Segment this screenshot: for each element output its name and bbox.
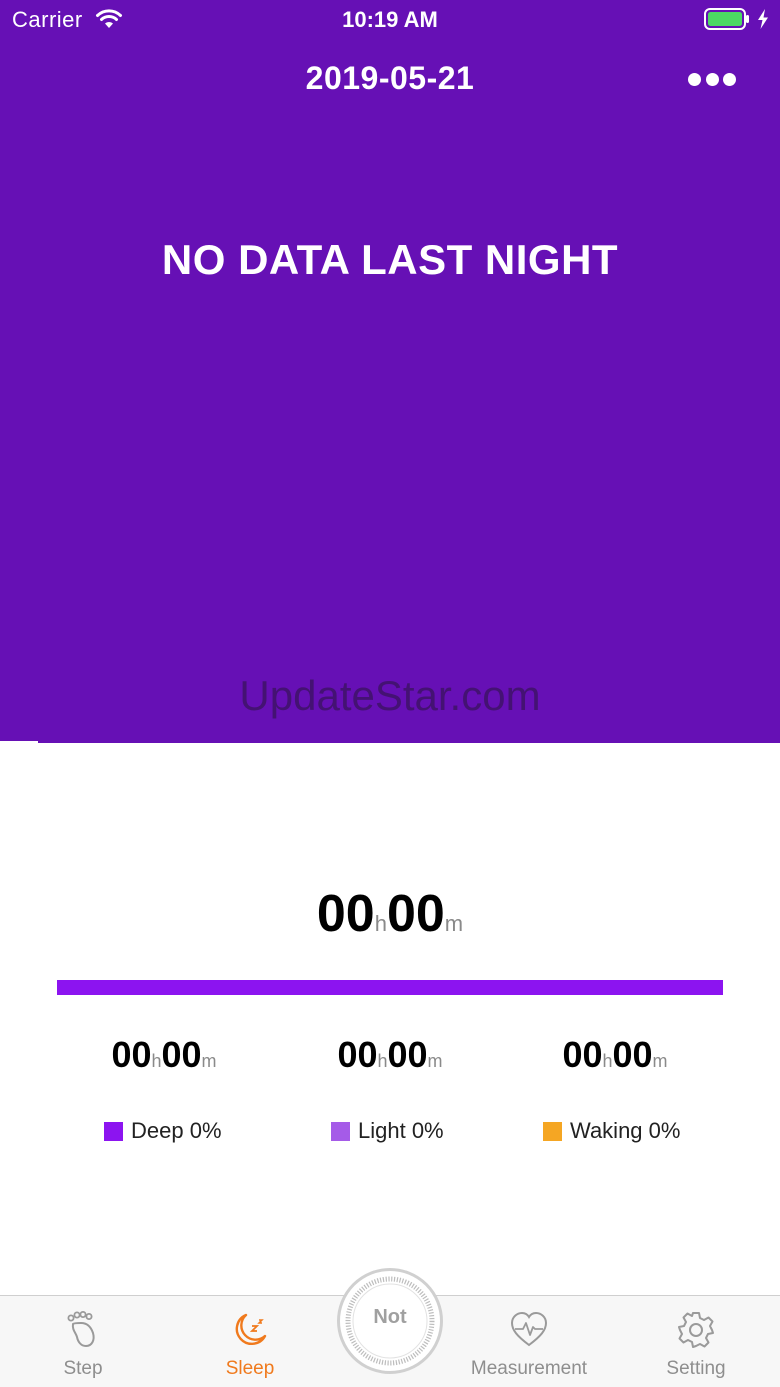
legend-deep: Deep 0% [104,1118,222,1144]
more-button[interactable] [684,62,740,96]
total-minutes: 00 [386,885,445,943]
light-minutes: 00 [387,1034,428,1075]
heart-rate-icon [510,1311,548,1347]
legend-waking-label: Waking 0% [570,1118,681,1143]
tab-sleep-label: Sleep [225,1358,275,1379]
footprint-icon [67,1311,95,1348]
more-icon [705,72,719,86]
sleep-distribution-bar [57,980,723,995]
dial-label: Not [373,1305,407,1328]
legend-deep-label: Deep 0% [131,1118,222,1143]
no-data-message: NO DATA LAST NIGHT [161,236,619,283]
tab-measurement[interactable]: Measurement [459,1296,599,1387]
status-time: 10:19 AM [342,7,438,32]
minutes-unit: m [201,1051,217,1071]
more-icon [688,72,701,86]
tab-sleep[interactable]: Sleep [200,1296,300,1387]
watermark: UpdateStar.com [239,672,541,719]
tab-setting-label: Setting [666,1358,726,1379]
waking-hours: 00 [562,1034,603,1075]
waking-time: 00h00m [485,1034,745,1076]
tab-measurement-label: Measurement [470,1358,588,1379]
minutes-unit: m [427,1051,443,1071]
legend-waking: Waking 0% [543,1118,680,1144]
sleep-header: Carrier 10:19 AM 2019-05-21 NO DATA LAST… [0,0,780,743]
charging-icon [758,9,768,29]
total-sleep-time: 00h00m [0,884,780,944]
tab-step-label: Step [63,1358,103,1379]
status-bar: Carrier 10:19 AM [0,0,780,40]
divider [0,741,38,743]
light-sleep-time: 00h00m [260,1034,520,1076]
deep-hours: 00 [111,1034,152,1075]
moon-icon [235,1313,267,1346]
battery-icon [704,8,749,30]
tab-setting[interactable]: Setting [646,1296,746,1387]
minutes-unit: m [652,1051,668,1071]
date-title[interactable]: 2019-05-21 [0,60,780,97]
waking-swatch [543,1121,562,1141]
minutes-unit: m [444,911,464,936]
legend-light-label: Light 0% [358,1118,444,1143]
light-swatch [331,1121,350,1141]
more-icon [723,72,736,86]
hours-unit: h [374,911,387,936]
hours-unit: h [151,1051,162,1071]
device-status-dial[interactable]: Not [337,1268,443,1374]
hours-unit: h [602,1051,613,1071]
waking-minutes: 00 [612,1034,653,1075]
light-hours: 00 [337,1034,378,1075]
total-hours: 00 [316,885,375,943]
gear-icon [678,1312,714,1348]
legend-light: Light 0% [331,1118,444,1144]
deep-swatch [104,1121,123,1141]
tab-step[interactable]: Step [33,1296,133,1387]
deep-sleep-time: 00h00m [34,1034,294,1076]
deep-minutes: 00 [161,1034,202,1075]
hours-unit: h [377,1051,388,1071]
